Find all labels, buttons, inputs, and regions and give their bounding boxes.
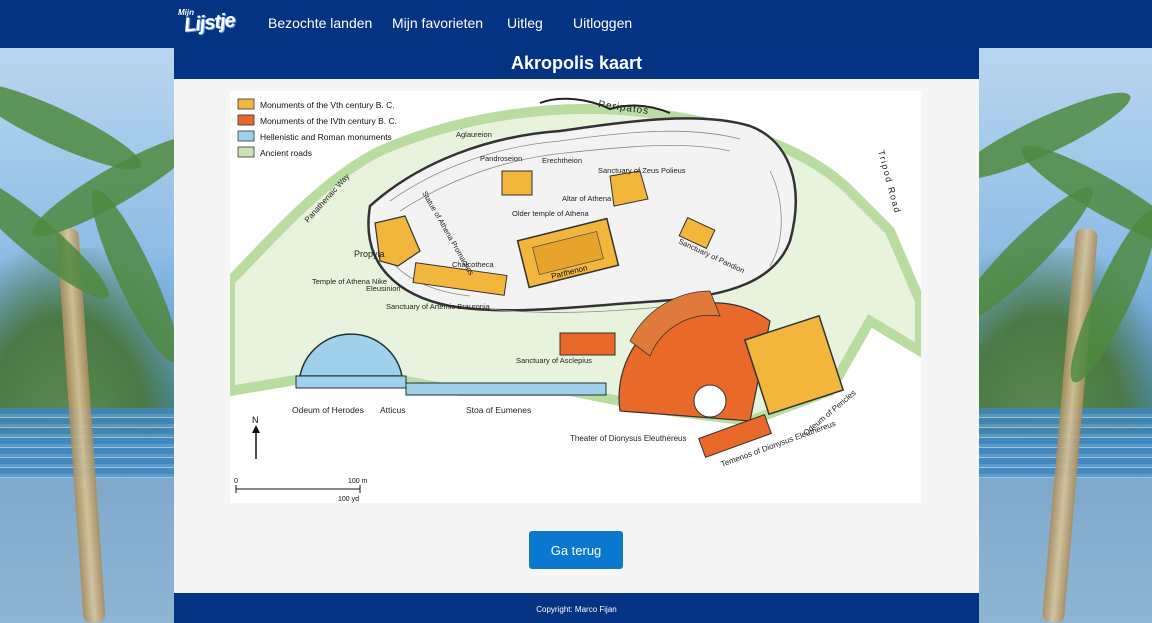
page-title: Akropolis kaart — [174, 48, 979, 79]
label-pandroseion: Pandroseion — [480, 154, 522, 163]
label-sanctuary-asclepius: Sanctuary of Asclepius — [516, 356, 592, 365]
scale-meters: 100 m — [348, 478, 368, 485]
site-logo[interactable]: Mijn Lijstje — [178, 8, 236, 38]
label-sanctuary-zeus: Sanctuary of Zeus Polieus — [598, 166, 686, 175]
label-altar: Altar of Athena — [562, 194, 612, 203]
stoa-eumenes-building — [405, 382, 607, 396]
content-panel: Akropolis kaart Monuments of the Vth cen… — [174, 48, 979, 593]
background-right — [979, 48, 1152, 623]
copyright-text: Copyright: Marco Fijan — [536, 605, 617, 614]
label-odeum-herodes: Odeum of Herodes — [292, 405, 364, 415]
label-eleusinion: Eleusinion — [366, 284, 401, 293]
label-stoa: Stoa of Eumenes — [466, 405, 531, 415]
back-button[interactable]: Ga terug — [529, 531, 623, 569]
footer: Copyright: Marco Fijan — [174, 593, 979, 623]
label-chalcotheca: Chalcotheca — [452, 260, 495, 269]
nav-uitleg[interactable]: Uitleg — [507, 0, 543, 48]
sanctuary-asclepius-building — [559, 332, 616, 356]
scale-bar: 0 100 m 100 yd — [234, 478, 368, 503]
background-left — [0, 48, 174, 623]
legend-label: Ancient roads — [260, 148, 312, 158]
legend-swatch — [237, 146, 255, 158]
label-atticus: Atticus — [380, 405, 406, 415]
legend-swatch — [237, 98, 255, 110]
acropolis-map: Monuments of the Vth century B. C. Monum… — [230, 97, 921, 503]
top-navigation-bar: Mijn Lijstje Bezochte landen Mijn favori… — [0, 0, 1152, 48]
scale-zero: 0 — [234, 478, 238, 485]
label-sanctuary-artemis: Sanctuary of Artemis Brauronia — [386, 302, 491, 311]
legend-label: Monuments of the IVth century B. C. — [260, 116, 397, 126]
erechtheion-building — [501, 170, 533, 196]
nav-bezochte-landen[interactable]: Bezochte landen — [268, 0, 372, 48]
label-propyla: Propyla — [354, 249, 385, 259]
scale-yards: 100 yd — [338, 496, 359, 503]
north-arrow: N — [252, 415, 260, 459]
label-older-temple: Older temple of Athena — [512, 209, 590, 218]
north-label: N — [252, 415, 259, 425]
label-tripod-road: Tripod Road — [876, 149, 903, 215]
label-aglaureion: Aglaureion — [456, 130, 492, 139]
legend-label: Monuments of the Vth century B. C. — [260, 100, 395, 110]
label-theater: Theater of Dionysus Eleuthereus — [570, 434, 687, 443]
logo-big-text: Lijstje — [182, 9, 236, 37]
legend-swatch — [237, 130, 255, 142]
nav-mijn-favorieten[interactable]: Mijn favorieten — [392, 0, 483, 48]
nav-uitloggen[interactable]: Uitloggen — [573, 0, 632, 48]
legend-swatch — [237, 114, 255, 126]
acropolis-map-image: Monuments of the Vth century B. C. Monum… — [230, 91, 921, 503]
legend-label: Hellenistic and Roman monuments — [260, 132, 392, 142]
label-erechtheion: Erechtheion — [542, 156, 582, 165]
